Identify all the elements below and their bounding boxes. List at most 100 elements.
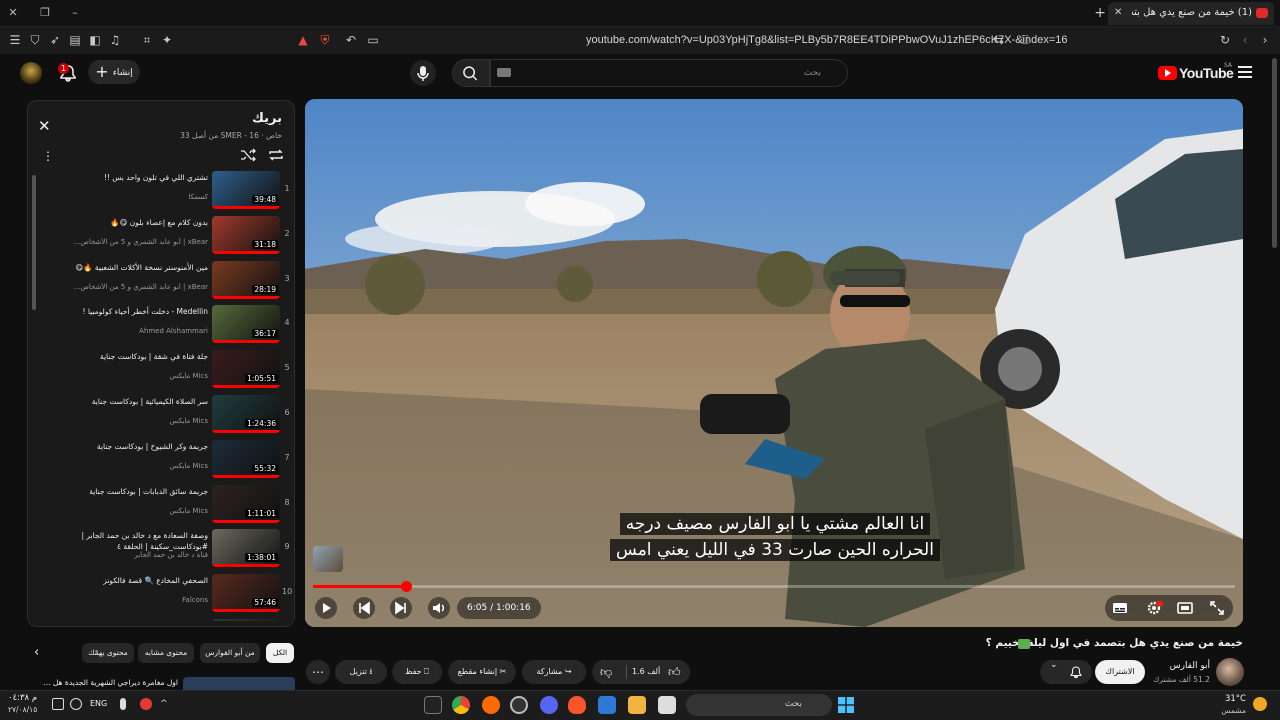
playlist-item-thumbnail[interactable]: 31:18 bbox=[212, 215, 280, 254]
next-video-title[interactable]: اول مغامرة ديراجي الشهرية الجديدة هل ... bbox=[36, 678, 178, 687]
download-button[interactable]: تنزيل ⭳ bbox=[335, 660, 387, 684]
fullscreen-icon[interactable] bbox=[1209, 600, 1225, 616]
windows-start-icon[interactable] bbox=[838, 697, 854, 713]
music-icon[interactable]: ♫ bbox=[108, 33, 122, 47]
playlist-item-title[interactable]: وصفة السعادة مع د خالد بن حمد الجابر | #… bbox=[33, 530, 208, 552]
steam-icon[interactable] bbox=[510, 696, 528, 714]
chip-for-you[interactable]: محتوى يهمّك bbox=[82, 643, 134, 663]
progress-bar[interactable] bbox=[313, 581, 1235, 592]
brave-shield-icon[interactable]: ⛨ bbox=[318, 33, 332, 47]
brave-browser-icon[interactable] bbox=[568, 696, 586, 714]
loop-icon[interactable] bbox=[268, 148, 284, 162]
playlist-item[interactable]: 8 1:11:01 جريمة سائق الدبابات | بودكاست جن… bbox=[28, 483, 294, 527]
previous-button[interactable] bbox=[353, 597, 375, 619]
playlist-item-title[interactable]: Medellin - دخلت أخطر أحياء كولومبيا ! bbox=[33, 306, 208, 317]
clock-time[interactable]: م ٠٤:٣٨ bbox=[8, 693, 37, 703]
notification-center-icon[interactable] bbox=[52, 698, 64, 710]
playlist-item-title[interactable]: جريمة وكر الشيوخ | بودكاست جناية bbox=[33, 441, 208, 452]
playlist-item-title[interactable]: سر الصلاة الكيميائية | بودكاست جناية bbox=[33, 396, 208, 407]
share-icon[interactable]: ↶ bbox=[344, 33, 358, 47]
minimize-window-icon[interactable]: – bbox=[68, 6, 82, 20]
playlist-item[interactable]: 3 28:19 مين الأمنوستر نسخة الأكلات الشعبية… bbox=[28, 259, 294, 303]
brave-rewards-icon[interactable]: ▲ bbox=[296, 33, 310, 47]
voice-search-button[interactable] bbox=[410, 60, 436, 86]
save-button[interactable]: حفظ ⎕ bbox=[392, 660, 442, 684]
playlist-item-title[interactable]: جلة فتاة في شقة | بودكاست جناية bbox=[33, 351, 208, 362]
notification-preferences-button[interactable]: ⌄ bbox=[1040, 660, 1092, 684]
shield-icon[interactable]: ⛉ bbox=[28, 33, 42, 47]
playlist-item-thumbnail[interactable]: 39:48 bbox=[212, 171, 280, 209]
close-window-icon[interactable]: ✕ bbox=[6, 6, 20, 20]
taskbar-search[interactable]: بحث bbox=[686, 694, 832, 716]
channel-watermark[interactable] bbox=[313, 546, 343, 572]
playlist-item[interactable]: 7 55:32 جريمة وكر الشيوخ | بودكاست جناية Mi… bbox=[28, 438, 294, 482]
more-actions-icon[interactable]: ⋯ bbox=[306, 660, 330, 684]
playlist-item-title[interactable]: مين الأمنوستر نسخة الأكلات الشعبية 🔥😋 bbox=[33, 262, 208, 273]
task-view-icon[interactable] bbox=[658, 696, 676, 714]
dislike-icon[interactable]: 👎︎ bbox=[600, 660, 612, 684]
search-input[interactable]: بحث bbox=[490, 59, 848, 87]
weather-sun-icon[interactable] bbox=[1253, 697, 1267, 711]
wifi-icon[interactable] bbox=[70, 698, 82, 710]
tab-close-icon[interactable]: ✕ bbox=[1114, 7, 1122, 18]
chip-from-channel[interactable]: من أبو الفوارس bbox=[200, 643, 260, 663]
playlist-title[interactable]: بريك bbox=[252, 111, 282, 126]
store-icon[interactable] bbox=[598, 696, 616, 714]
channel-name[interactable]: أبو الفارس bbox=[1170, 661, 1210, 671]
like-icon[interactable]: 👍︎ bbox=[668, 660, 681, 684]
share-button[interactable]: مشاركة ↪ bbox=[522, 660, 586, 684]
subtitles-icon[interactable] bbox=[1112, 600, 1128, 616]
more-vertical-icon[interactable]: ⋮ bbox=[42, 149, 54, 163]
like-count[interactable]: 1.6 ألف bbox=[632, 660, 660, 684]
chip-more-like[interactable]: محتوى مشابه bbox=[138, 643, 194, 663]
theater-mode-icon[interactable] bbox=[1177, 600, 1193, 616]
playlist-item[interactable]: 4 36:17 Medellin - دخلت أخطر أحياء كولومبي… bbox=[28, 303, 294, 347]
cast-icon[interactable]: ▭ bbox=[366, 33, 380, 47]
search-button[interactable] bbox=[452, 59, 490, 87]
playlist-item[interactable]: 10 57:46 الصحفي المخادع 🔍 قصة فالكونز Falco… bbox=[28, 572, 294, 616]
input-language[interactable]: ENG bbox=[90, 699, 107, 708]
site-settings-icon[interactable]: ⇆ bbox=[992, 33, 1006, 47]
tab-active[interactable]: (1) خيمة من صنع يدي هل بتصمد ... ✕ bbox=[1108, 2, 1274, 25]
weather-temperature[interactable]: 31°C bbox=[1225, 694, 1246, 704]
firefox-icon[interactable] bbox=[482, 696, 500, 714]
playlist-item-thumbnail[interactable]: 1:38:01 bbox=[212, 529, 280, 568]
account-avatar[interactable] bbox=[20, 62, 42, 84]
playlist-item-title[interactable]: الصحفي المخادع 🔍 قصة فالكونز bbox=[33, 575, 208, 586]
clock-date[interactable]: ٢٧/٠٨/١٥ bbox=[8, 705, 37, 714]
playlist-item-title[interactable]: جريمة سائق الدبابات | بودكاست جناية bbox=[33, 486, 208, 497]
playlist-item-title[interactable]: بدون كلام مع إعصاء بلون 😋🔥 bbox=[33, 217, 208, 228]
playlist-item-title[interactable]: كيف تفهم نفسك | بودكاست فنجان bbox=[33, 620, 208, 621]
video-player[interactable]: انا العالم مشتي يا ابو الفارس مصيف درجه … bbox=[305, 99, 1243, 627]
screenshot-icon[interactable]: ⌗ bbox=[140, 33, 154, 47]
file-explorer-icon[interactable] bbox=[628, 696, 646, 714]
mic-tray-icon[interactable] bbox=[120, 698, 126, 710]
guide-menu-icon[interactable] bbox=[1238, 66, 1252, 78]
play-button[interactable] bbox=[315, 597, 337, 619]
restore-window-icon[interactable]: ❐ bbox=[38, 6, 52, 20]
create-button[interactable]: إنشاء+ bbox=[88, 60, 140, 84]
tabs-icon[interactable]: ▤ bbox=[68, 33, 82, 47]
playlist-item[interactable]: 5 1:05:51 جلة فتاة في شقة | بودكاست جناية M… bbox=[28, 348, 294, 392]
chip-all[interactable]: الكل bbox=[266, 643, 294, 663]
playlist-item[interactable]: 2 31:18 بدون كلام مع إعصاء بلون 😋🔥 xBear | … bbox=[28, 214, 294, 258]
bookmark-icon[interactable]: ⎕ bbox=[1018, 33, 1032, 47]
subscribe-button[interactable]: الاشتراك bbox=[1095, 660, 1145, 684]
playlist-item[interactable]: 11كيف تفهم نفسك | بودكاست فنجان bbox=[28, 617, 294, 621]
reload-icon[interactable]: ↻ bbox=[1218, 33, 1232, 47]
playlist-item-thumbnail[interactable]: 57:46 bbox=[212, 574, 280, 613]
new-tab-button[interactable]: + bbox=[1094, 5, 1106, 21]
epic-games-icon[interactable] bbox=[424, 696, 442, 714]
playlist-item-thumbnail[interactable]: 1:05:51 bbox=[212, 350, 280, 389]
forward-icon[interactable]: › bbox=[1258, 33, 1272, 47]
tray-overflow-chevron-icon[interactable]: ^ bbox=[160, 698, 172, 710]
playlist-item-thumbnail[interactable] bbox=[212, 619, 280, 621]
chips-scroll-left-icon[interactable]: ‹ bbox=[34, 645, 39, 660]
playlist-item-thumbnail[interactable]: 36:17 bbox=[212, 305, 280, 344]
keyboard-icon[interactable] bbox=[497, 68, 511, 77]
youtube-logo[interactable]: YouTube bbox=[1158, 64, 1234, 82]
playlist-item-title[interactable]: تشتري اللي في تلون واحد بس !! bbox=[33, 172, 208, 183]
extensions-icon[interactable]: ✦ bbox=[160, 33, 174, 47]
next-button[interactable] bbox=[390, 597, 412, 619]
playlist-item-thumbnail[interactable]: 1:11:01 bbox=[212, 484, 280, 523]
